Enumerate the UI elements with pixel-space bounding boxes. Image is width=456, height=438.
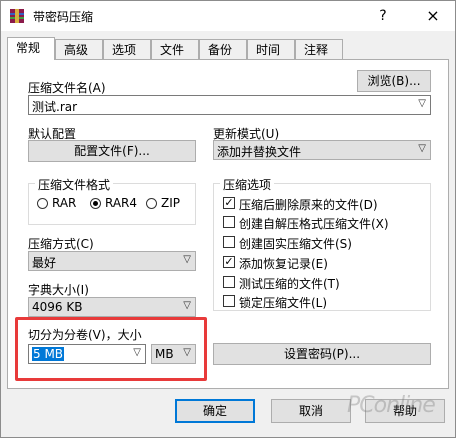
format-rar-radio[interactable] [37, 198, 48, 209]
recovery-record-checkbox[interactable]: ✓ [223, 256, 235, 268]
sfx-label: 创建自解压格式压缩文件(X) [239, 217, 389, 231]
dictionary-select[interactable]: 4096 KB ▽ [28, 297, 196, 317]
format-zip-radio[interactable] [146, 198, 157, 209]
archive-name-label: 压缩文件名(A) [28, 81, 106, 95]
format-rar-label: RAR [52, 196, 77, 210]
tab-comment[interactable]: 注释 [295, 39, 343, 59]
set-password-button[interactable]: 设置密码(P)... [213, 343, 431, 365]
solid-checkbox[interactable] [223, 236, 235, 248]
method-value: 最好 [32, 256, 57, 270]
test-files-checkbox[interactable] [223, 276, 235, 288]
archive-name-value: 测试.rar [32, 100, 78, 114]
watermark-logo: PConline [347, 393, 436, 418]
update-mode-value: 添加并替换文件 [217, 145, 302, 159]
format-zip-label: ZIP [161, 196, 180, 210]
tab-files[interactable]: 文件 [151, 39, 199, 59]
window-title: 带密码压缩 [33, 10, 94, 24]
tab-advanced[interactable]: 高级 [55, 39, 103, 59]
tab-backup[interactable]: 备份 [199, 39, 247, 59]
help-question-button[interactable]: ? [373, 5, 393, 27]
recovery-record-label: 添加恢复记录(E) [239, 257, 328, 271]
options-group-title: 压缩选项 [220, 176, 275, 193]
chevron-down-icon: ▽ [418, 98, 426, 109]
chevron-down-icon: ▽ [183, 254, 191, 265]
ok-button[interactable]: 确定 [175, 399, 255, 423]
split-highlight-box [15, 317, 207, 381]
test-files-label: 测试压缩的文件(T) [239, 277, 340, 291]
tab-general[interactable]: 常规 [7, 37, 55, 60]
tab-time[interactable]: 时间 [247, 39, 295, 59]
delete-after-checkbox[interactable]: ✓ [223, 197, 235, 209]
lock-archive-checkbox[interactable] [223, 295, 235, 307]
format-rar4-label: RAR4 [105, 196, 138, 210]
solid-label: 创建固实压缩文件(S) [239, 237, 352, 251]
update-mode-select[interactable]: 添加并替换文件 ▽ [213, 140, 431, 160]
dictionary-label: 字典大小(I) [28, 283, 89, 297]
browse-button[interactable]: 浏览(B)... [357, 70, 431, 92]
chevron-down-icon: ▽ [183, 300, 191, 311]
lock-archive-label: 锁定压缩文件(L) [239, 296, 328, 310]
archive-dialog: 带密码压缩 ? × 常规 高级 选项 文件 备份 时间 注释 压缩文件名(A) … [0, 0, 456, 438]
format-rar4-radio[interactable] [90, 198, 101, 209]
winrar-archive-icon [10, 9, 24, 23]
format-group-title: 压缩文件格式 [35, 176, 114, 193]
cancel-button[interactable]: 取消 [271, 399, 351, 423]
method-label: 压缩方式(C) [28, 237, 94, 251]
title-bar: 带密码压缩 ? × [1, 1, 455, 31]
close-button[interactable]: × [421, 5, 445, 27]
method-select[interactable]: 最好 ▽ [28, 251, 196, 271]
delete-after-label: 压缩后删除原来的文件(D) [239, 198, 378, 212]
dictionary-value: 4096 KB [32, 300, 83, 314]
tab-options[interactable]: 选项 [103, 39, 151, 59]
sfx-checkbox[interactable] [223, 216, 235, 228]
archive-name-input[interactable]: 测试.rar ▽ [28, 95, 431, 115]
profile-button[interactable]: 配置文件(F)... [28, 140, 196, 162]
chevron-down-icon: ▽ [418, 143, 426, 154]
